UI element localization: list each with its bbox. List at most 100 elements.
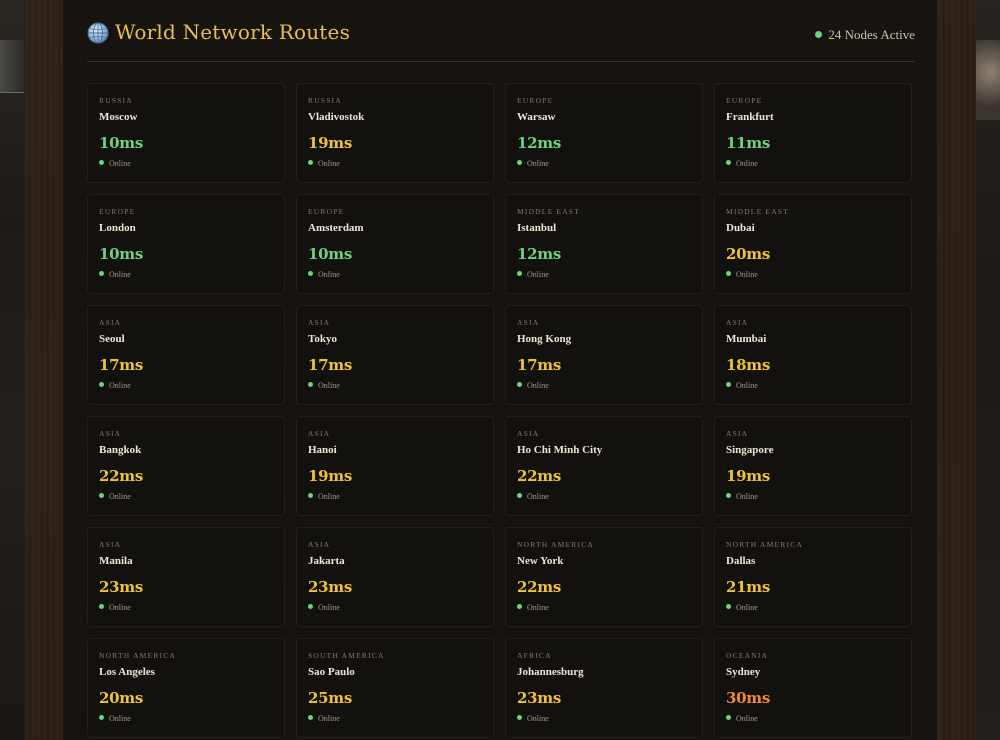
- route-region: EUROPE: [99, 207, 136, 216]
- status-dot: [517, 160, 522, 165]
- route-card[interactable]: ASIA Ho Chi Minh City 22ms Online: [505, 416, 703, 516]
- route-region: NORTH AMERICA: [517, 540, 595, 549]
- route-city: Dallas: [726, 555, 756, 567]
- route-latency: 22ms: [517, 578, 561, 596]
- status-label: Online: [109, 381, 131, 390]
- status-label: Online: [736, 492, 758, 501]
- route-latency: 20ms: [726, 245, 770, 263]
- route-card[interactable]: ASIA Singapore 19ms Online: [714, 416, 912, 516]
- route-latency: 21ms: [726, 578, 770, 596]
- route-latency: 22ms: [517, 467, 561, 485]
- status-label: Online: [527, 603, 549, 612]
- status-label: Online: [736, 270, 758, 279]
- route-region: ASIA: [308, 429, 331, 438]
- route-card[interactable]: MIDDLE EAST Dubai 20ms Online: [714, 194, 912, 294]
- route-city: Hanoi: [308, 444, 337, 456]
- route-status: Online: [99, 270, 273, 279]
- route-status: Online: [308, 381, 482, 390]
- status-dot: [99, 604, 104, 609]
- background-figure: [976, 40, 1000, 120]
- route-latency: 18ms: [726, 356, 770, 374]
- route-grid: RUSSIA Moscow 10ms Online RUSSIA Vladivostok 1…: [87, 83, 915, 738]
- status-label: Online: [736, 381, 758, 390]
- status-dot: [726, 160, 731, 165]
- route-card[interactable]: ASIA Bangkok 22ms Online: [87, 416, 285, 516]
- route-card[interactable]: ASIA Hong Kong 17ms Online: [505, 305, 703, 405]
- route-card[interactable]: ASIA Tokyo 17ms Online: [296, 305, 494, 405]
- route-status: Online: [99, 492, 273, 501]
- status-dot: [99, 493, 104, 498]
- route-status: Online: [99, 159, 273, 168]
- route-region: EUROPE: [517, 96, 554, 105]
- route-card[interactable]: OCEANIA Sydney 30ms Online: [714, 638, 912, 738]
- route-city: Amsterdam: [308, 222, 364, 234]
- route-card[interactable]: ASIA Manila 23ms Online: [87, 527, 285, 627]
- route-card[interactable]: ASIA Hanoi 19ms Online: [296, 416, 494, 516]
- route-card[interactable]: NORTH AMERICA New York 22ms Online: [505, 527, 703, 627]
- status-label: Online: [527, 492, 549, 501]
- route-latency: 22ms: [99, 467, 143, 485]
- status-dot: [308, 160, 313, 165]
- route-status: Online: [517, 159, 691, 168]
- route-status: Online: [308, 492, 482, 501]
- route-card[interactable]: MIDDLE EAST Istanbul 12ms Online: [505, 194, 703, 294]
- status-dot: [726, 271, 731, 276]
- route-city: Sydney: [726, 666, 761, 678]
- page-title: World Network Routes: [115, 20, 351, 44]
- route-card[interactable]: ASIA Mumbai 18ms Online: [714, 305, 912, 405]
- route-card[interactable]: AFRICA Johannesburg 23ms Online: [505, 638, 703, 738]
- route-card[interactable]: EUROPE London 10ms Online: [87, 194, 285, 294]
- route-card[interactable]: EUROPE Frankfurt 11ms Online: [714, 83, 912, 183]
- route-city: Mumbai: [726, 333, 767, 345]
- route-card[interactable]: NORTH AMERICA Dallas 21ms Online: [714, 527, 912, 627]
- route-region: MIDDLE EAST: [726, 207, 789, 216]
- status-dot: [726, 382, 731, 387]
- status-dot: [99, 382, 104, 387]
- route-latency: 23ms: [308, 578, 352, 596]
- route-region: MIDDLE EAST: [517, 207, 580, 216]
- route-region: ASIA: [308, 540, 331, 549]
- route-status: Online: [726, 492, 900, 501]
- status-dot: [726, 715, 731, 720]
- status-label: Online: [318, 159, 340, 168]
- route-latency: 10ms: [99, 245, 143, 263]
- status-dot: [308, 493, 313, 498]
- route-city: London: [99, 222, 136, 234]
- status-label: Online: [527, 270, 549, 279]
- nodes-active-indicator: 24 Nodes Active: [815, 27, 915, 43]
- route-city: Moscow: [99, 111, 138, 123]
- route-city: Dubai: [726, 222, 755, 234]
- route-city: Ho Chi Minh City: [517, 444, 603, 456]
- route-card[interactable]: NORTH AMERICA Los Angeles 20ms Online: [87, 638, 285, 738]
- status-dot: [308, 271, 313, 276]
- route-card[interactable]: EUROPE Warsaw 12ms Online: [505, 83, 703, 183]
- panel-header: World Network Routes 24 Nodes Active: [87, 14, 915, 62]
- route-city: Frankfurt: [726, 111, 774, 123]
- route-region: OCEANIA: [726, 651, 769, 660]
- status-label: Online: [318, 714, 340, 723]
- route-region: SOUTH AMERICA: [308, 651, 385, 660]
- route-latency: 17ms: [99, 356, 143, 374]
- route-status: Online: [308, 159, 482, 168]
- route-card[interactable]: EUROPE Amsterdam 10ms Online: [296, 194, 494, 294]
- status-label: Online: [109, 159, 131, 168]
- route-region: NORTH AMERICA: [99, 651, 177, 660]
- route-latency: 12ms: [517, 245, 561, 263]
- route-latency: 17ms: [308, 356, 352, 374]
- route-latency: 10ms: [99, 134, 143, 152]
- route-card[interactable]: ASIA Jakarta 23ms Online: [296, 527, 494, 627]
- route-city: Los Angeles: [99, 666, 155, 678]
- status-dot: [517, 493, 522, 498]
- route-card[interactable]: RUSSIA Vladivostok 19ms Online: [296, 83, 494, 183]
- route-city: Warsaw: [517, 111, 556, 123]
- route-region: EUROPE: [308, 207, 345, 216]
- status-label: Online: [109, 270, 131, 279]
- route-region: AFRICA: [517, 651, 552, 660]
- route-card[interactable]: ASIA Seoul 17ms Online: [87, 305, 285, 405]
- route-region: ASIA: [726, 429, 749, 438]
- status-dot: [726, 493, 731, 498]
- route-card[interactable]: RUSSIA Moscow 10ms Online: [87, 83, 285, 183]
- route-card[interactable]: SOUTH AMERICA Sao Paulo 25ms Online: [296, 638, 494, 738]
- route-latency: 17ms: [517, 356, 561, 374]
- route-status: Online: [99, 714, 273, 723]
